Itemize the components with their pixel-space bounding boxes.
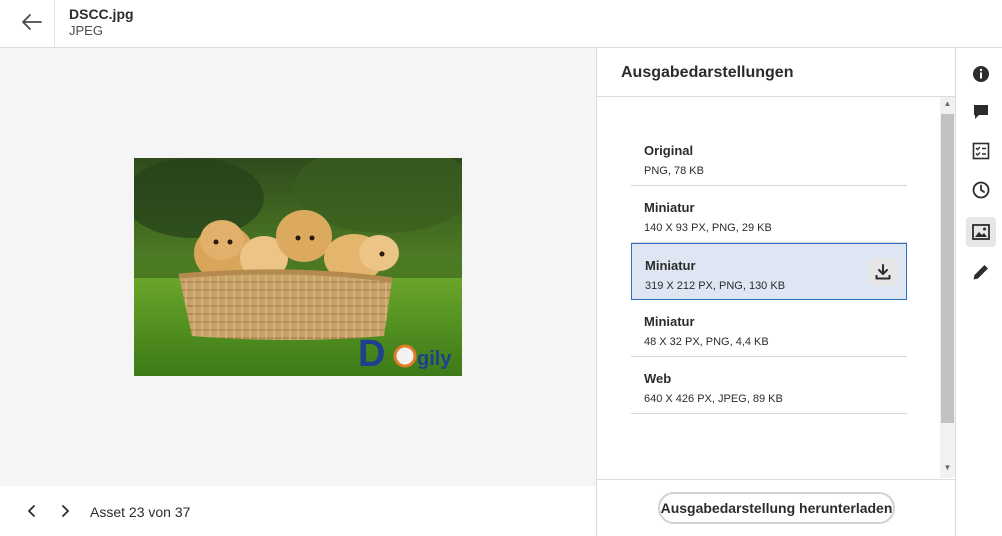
previous-asset-button[interactable] xyxy=(21,500,43,522)
svg-text:D: D xyxy=(358,333,385,375)
download-rendition-button[interactable]: Ausgabedarstellung herunterladen xyxy=(658,492,895,524)
chevron-left-icon xyxy=(28,505,35,517)
info-button[interactable] xyxy=(966,59,996,89)
right-icon-rail xyxy=(955,48,1002,536)
clock-icon xyxy=(972,181,990,199)
annotate-button[interactable] xyxy=(966,257,996,287)
chevron-right-icon xyxy=(62,505,69,517)
arrow-left-icon xyxy=(22,14,42,30)
image-icon xyxy=(972,224,990,240)
rendition-list: Original PNG, 78 KB Miniatur 140 X 93 PX… xyxy=(631,129,907,414)
rendition-download-button[interactable] xyxy=(868,258,898,286)
panel-scrollbar[interactable]: ▲ ▼ xyxy=(940,97,955,478)
asset-navigation: Asset 23 von 37 xyxy=(0,486,596,536)
rendition-item[interactable]: Miniatur 140 X 93 PX, PNG, 29 KB xyxy=(631,186,907,243)
rendition-info: 140 X 93 PX, PNG, 29 KB xyxy=(644,222,772,234)
renditions-button[interactable] xyxy=(966,217,996,247)
comment-icon xyxy=(974,105,988,119)
svg-text:gily: gily xyxy=(417,348,452,370)
rendition-name: Web xyxy=(644,371,672,386)
panel-title: Ausgabedarstellungen xyxy=(621,64,794,81)
pencil-icon xyxy=(973,265,988,280)
rendition-info: 48 X 32 PX, PNG, 4,4 KB xyxy=(644,336,769,348)
puppies-image: D gily xyxy=(134,158,462,376)
rendition-name: Miniatur xyxy=(645,258,696,273)
scroll-thumb[interactable] xyxy=(941,114,954,423)
rendition-item[interactable]: Web 640 X 426 PX, JPEG, 89 KB xyxy=(631,357,907,414)
asset-preview-image: D gily xyxy=(134,158,462,376)
tasks-button[interactable] xyxy=(966,136,996,166)
asset-counter: Asset 23 von 37 xyxy=(90,504,191,520)
dogily-logo: D gily xyxy=(358,333,452,375)
checklist-icon xyxy=(972,142,990,160)
header-divider xyxy=(54,0,55,47)
rendition-item[interactable]: Miniatur 48 X 32 PX, PNG, 4,4 KB xyxy=(631,300,907,357)
rendition-name: Miniatur xyxy=(644,314,695,329)
panel-header-divider xyxy=(597,96,955,97)
download-icon xyxy=(875,264,891,280)
file-name: DSCC.jpg xyxy=(69,6,134,22)
preview-area: D gily xyxy=(0,48,596,486)
file-type: JPEG xyxy=(69,23,103,38)
panel-footer-divider xyxy=(597,479,955,480)
header: DSCC.jpg JPEG xyxy=(0,0,1002,48)
comments-button[interactable] xyxy=(966,97,996,127)
scroll-up-arrow[interactable]: ▲ xyxy=(940,99,955,111)
rendition-name: Original xyxy=(644,143,694,158)
rendition-info: 319 X 212 PX, PNG, 130 KB xyxy=(645,280,786,292)
history-button[interactable] xyxy=(966,175,996,205)
rendition-info: 640 X 426 PX, JPEG, 89 KB xyxy=(644,393,783,405)
back-button[interactable] xyxy=(16,8,48,36)
info-icon xyxy=(973,66,989,82)
rendition-item[interactable]: Original PNG, 78 KB xyxy=(631,129,907,186)
rendition-item-selected[interactable]: Miniatur 319 X 212 PX, PNG, 130 KB xyxy=(631,243,907,300)
scroll-down-arrow[interactable]: ▼ xyxy=(940,463,955,475)
rendition-info: PNG, 78 KB xyxy=(644,165,704,177)
renditions-panel: Ausgabedarstellungen Original PNG, 78 KB… xyxy=(596,48,955,536)
next-asset-button[interactable] xyxy=(54,500,76,522)
rendition-name: Miniatur xyxy=(644,200,695,215)
